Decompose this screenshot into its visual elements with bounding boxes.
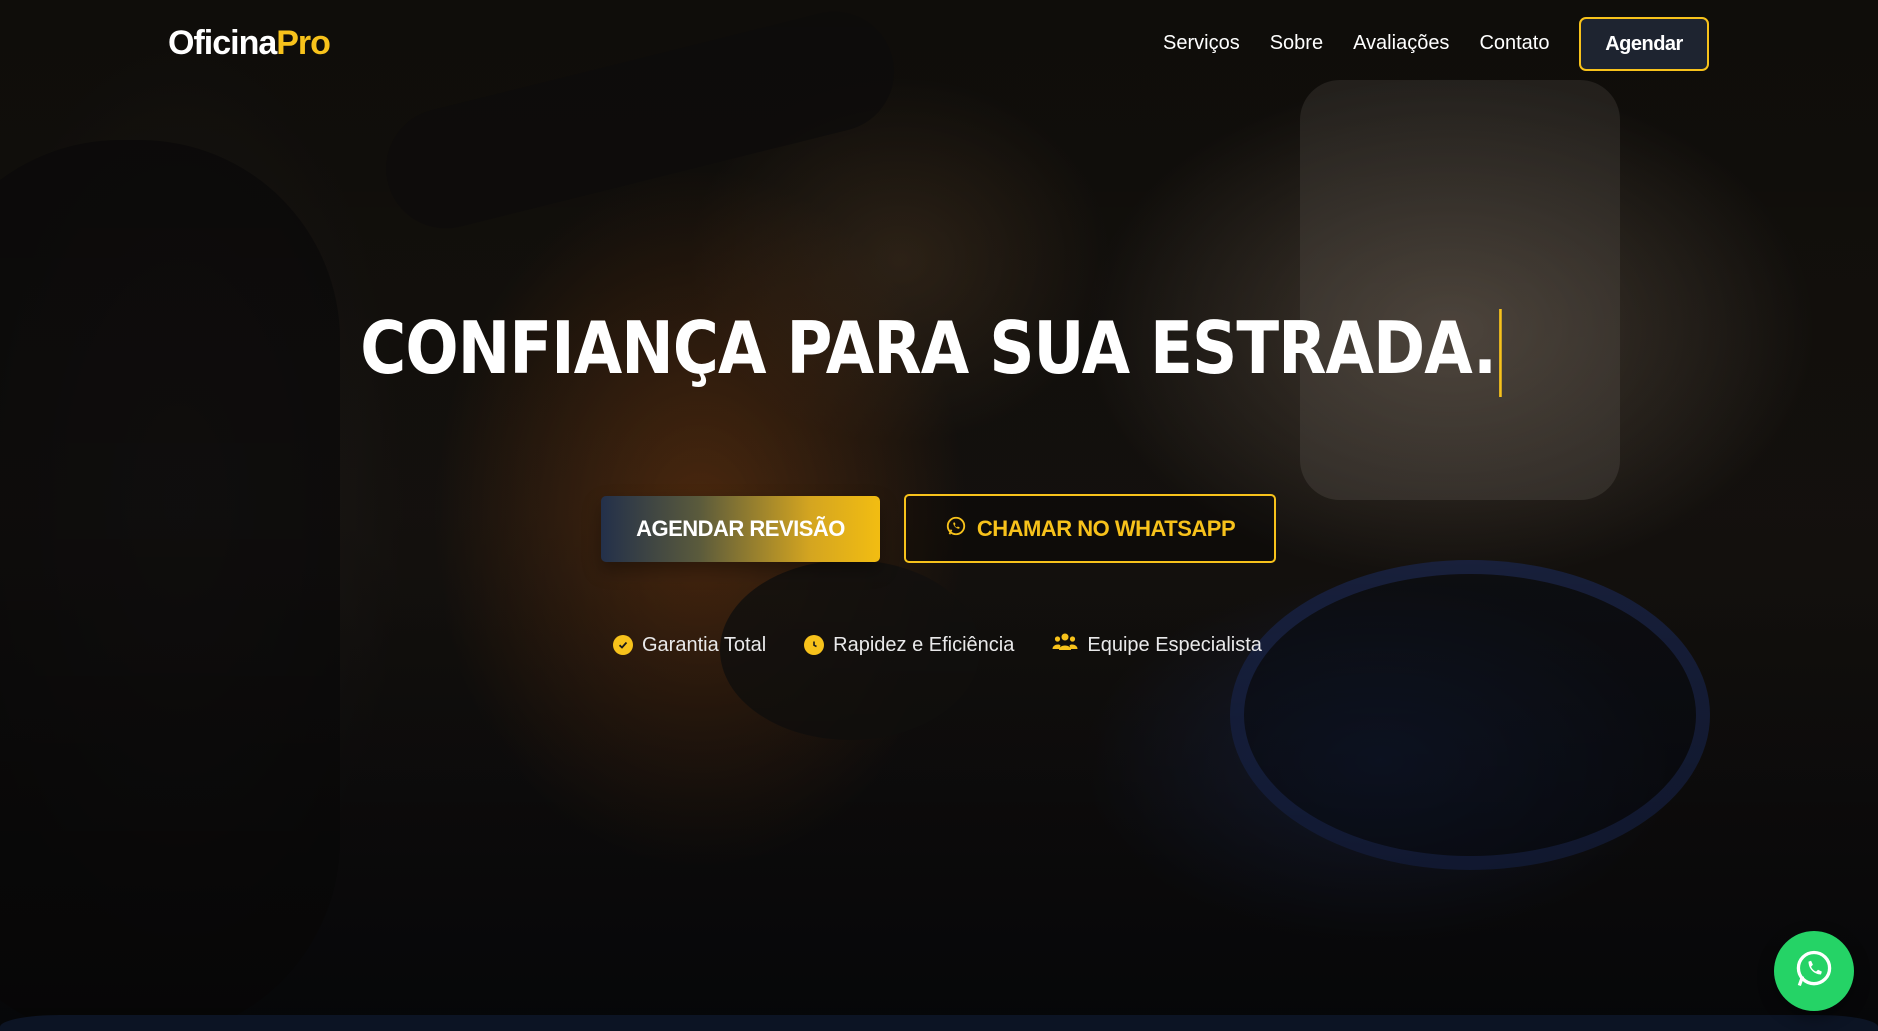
whatsapp-icon xyxy=(945,515,967,543)
check-circle-icon xyxy=(613,635,633,655)
feature-label: Garantia Total xyxy=(642,633,767,656)
background-shape xyxy=(0,140,340,1031)
whatsapp-chat-label: CHAMAR NO WHATSAPP xyxy=(976,515,1236,541)
background-shape xyxy=(1230,560,1710,870)
nav-links: Serviços Sobre Avaliações Contato xyxy=(1163,32,1550,55)
clock-icon xyxy=(804,635,825,655)
feature-list: Garantia Total Rapidez e Eficiência Equi… xyxy=(613,632,1262,658)
background-shape xyxy=(1300,80,1620,500)
agendar-revisao-button[interactable]: AGENDAR REVISÃO xyxy=(601,496,880,562)
feature-label: Equipe Especialista xyxy=(1087,633,1262,656)
hero-headline-container: CONFIANÇA PARA SUA ESTRADA. xyxy=(0,306,1878,398)
brand-name-part1: Oficina xyxy=(168,24,277,62)
whatsapp-icon xyxy=(1792,947,1836,996)
feature-item: Garantia Total xyxy=(613,632,766,658)
nav-link-avaliacoes[interactable]: Avaliações xyxy=(1353,32,1449,55)
users-icon xyxy=(1052,632,1078,658)
nav-link-contato[interactable]: Contato xyxy=(1479,32,1549,55)
feature-item: Equipe Especialista xyxy=(1052,632,1262,658)
hero-headline-text: CONFIANÇA PARA SUA ESTRADA. xyxy=(360,306,1497,390)
navbar: OficinaPro Serviços Sobre Avaliações Con… xyxy=(0,0,1878,90)
brand-logo[interactable]: OficinaPro xyxy=(168,24,331,63)
nav-link-sobre[interactable]: Sobre xyxy=(1270,32,1323,55)
whatsapp-floating-button[interactable] xyxy=(1774,931,1854,1011)
brand-name-part2: Pro xyxy=(276,24,331,62)
feature-item: Rapidez e Eficiência xyxy=(804,632,1014,658)
next-section-edge xyxy=(0,1015,1878,1031)
feature-label: Rapidez e Eficiência xyxy=(833,633,1015,656)
whatsapp-chat-button[interactable]: CHAMAR NO WHATSAPP xyxy=(904,494,1276,563)
typing-caret xyxy=(1499,309,1502,398)
hero-headline: CONFIANÇA PARA SUA ESTRADA. xyxy=(360,306,1502,398)
nav-link-servicos[interactable]: Serviços xyxy=(1163,32,1240,55)
agendar-revisao-label: AGENDAR REVISÃO xyxy=(636,516,845,541)
agendar-button[interactable]: Agendar xyxy=(1579,17,1709,71)
